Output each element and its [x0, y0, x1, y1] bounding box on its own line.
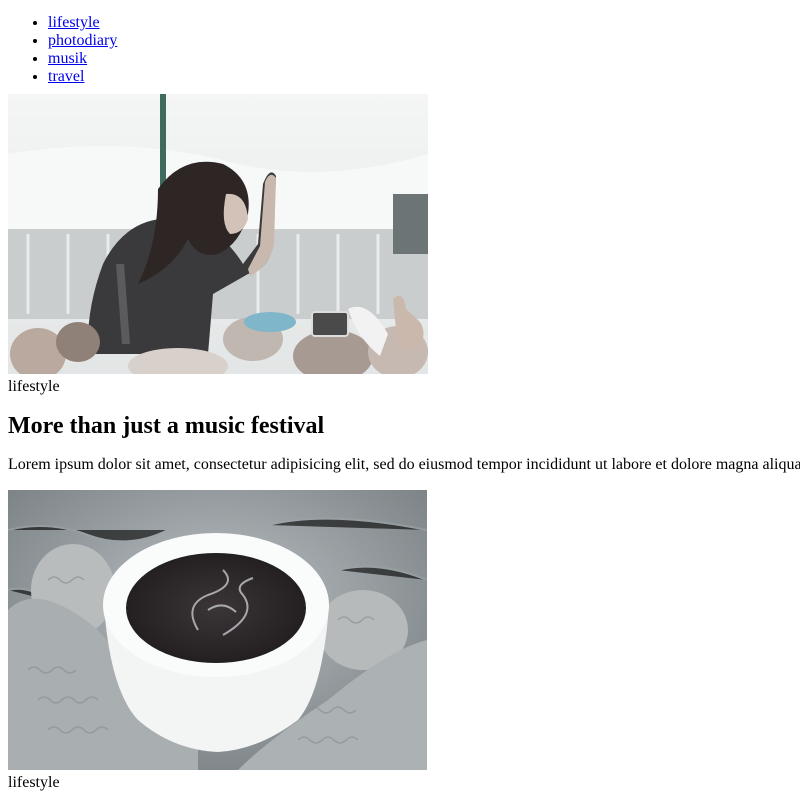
- post-coffee: lifestyle: [8, 490, 792, 792]
- nav-item-photodiary: photodiary: [48, 32, 792, 50]
- page: lifestyle photodiary musik travel: [0, 0, 800, 792]
- coffee-cup-photo[interactable]: [8, 490, 427, 770]
- category-nav: lifestyle photodiary musik travel: [8, 14, 792, 86]
- nav-link-lifestyle[interactable]: lifestyle: [48, 14, 100, 31]
- nav-link-travel[interactable]: travel: [48, 68, 84, 85]
- nav-item-travel: travel: [48, 68, 792, 86]
- post-title[interactable]: More than just a music festival: [8, 411, 792, 441]
- festival-crowd-photo[interactable]: [8, 94, 428, 374]
- post-festival: lifestyle More than just a music festiva…: [8, 94, 800, 475]
- post-excerpt: Lorem ipsum dolor sit amet, consectetur …: [8, 456, 800, 473]
- post-category: lifestyle: [8, 378, 60, 395]
- nav-item-musik: musik: [48, 50, 792, 68]
- nav-link-musik[interactable]: musik: [48, 50, 87, 67]
- nav-item-lifestyle: lifestyle: [48, 14, 792, 32]
- post-category: lifestyle: [8, 774, 60, 791]
- nav-link-photodiary[interactable]: photodiary: [48, 32, 117, 49]
